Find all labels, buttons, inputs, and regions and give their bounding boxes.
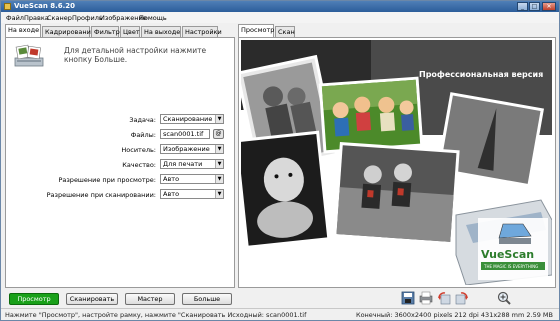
files-input[interactable]: scan0001.tif (160, 129, 210, 139)
task-select[interactable]: Сканирование в ф ▼ (160, 114, 224, 124)
preview-res-value: Авто (163, 175, 180, 183)
menu-file[interactable]: Файл (6, 14, 24, 22)
tab-color[interactable]: Цвет (120, 26, 140, 37)
settings-panel: На входе Кадрирование Фильтр Цвет На вых… (5, 24, 235, 288)
status-output-info: Конечный: 3600x2400 pixels 212 dpi 431x2… (355, 311, 553, 319)
vuescan-logo: VueScan THE MAGIC IS EVERYTHING (478, 218, 548, 280)
file-options-button[interactable]: @ (213, 129, 224, 139)
media-select[interactable]: Изображение ▼ (160, 144, 224, 154)
preview-res-select[interactable]: Авто ▼ (160, 174, 224, 184)
tab-preview[interactable]: Просмотр (238, 24, 274, 37)
rotate-right-icon[interactable] (455, 291, 469, 305)
quality-select[interactable]: Для печати ▼ (160, 159, 224, 169)
status-message: Нажмите "Просмотр", настройте рамку, наж… (5, 311, 307, 319)
preview-collage: Профессиональная версия VueScan THE MAGI… (241, 40, 552, 285)
chevron-down-icon: ▼ (215, 160, 223, 168)
scan-res-label: Разрешение при сканировании: (46, 191, 156, 199)
maximize-button[interactable]: □ (529, 2, 540, 11)
save-icon[interactable] (401, 291, 415, 305)
chevron-down-icon: ▼ (215, 115, 223, 123)
media-label: Носитель: (121, 146, 156, 154)
tab-filter[interactable]: Фильтр (91, 26, 120, 37)
wizard-button[interactable]: Мастер (125, 293, 175, 305)
preview-image[interactable]: Профессиональная версия VueScan THE MAGI… (241, 40, 552, 285)
app-window: VueScan 8.6.20 _ □ ✕ Файл Правка Сканер … (0, 0, 560, 321)
window-title: VueScan 8.6.20 (14, 2, 76, 10)
scan-res-select[interactable]: Авто ▼ (160, 189, 224, 199)
hint-text: Для детальной настройки нажмите кнопку Б… (64, 46, 207, 64)
zoom-in-icon[interactable] (497, 291, 511, 305)
logo-tagline: THE MAGIC IS EVERYTHING (483, 264, 538, 269)
more-button[interactable]: Больше (182, 293, 232, 305)
chevron-down-icon: ▼ (215, 145, 223, 153)
tab-input[interactable]: На входе (5, 24, 41, 37)
menu-help[interactable]: Помощь (139, 14, 167, 22)
tab-crop[interactable]: Кадрирование (42, 26, 95, 37)
preview-button[interactable]: Просмотр (9, 293, 59, 305)
preview-res-label: Разрешение при просмотре: (58, 176, 156, 184)
preview-body: Профессиональная версия VueScan THE MAGI… (238, 37, 556, 288)
menu-profile[interactable]: Профиль (72, 14, 103, 22)
preview-panel: Просмотр Скан Профессиональная версия Vu… (238, 24, 556, 288)
scanner-icon (14, 44, 44, 67)
app-icon (4, 3, 11, 10)
tab-scan[interactable]: Скан (275, 26, 295, 37)
menu-scanner[interactable]: Сканер (47, 14, 72, 22)
settings-body: Для детальной настройки нажмите кнопку Б… (5, 37, 235, 288)
banner-text: Профессиональная версия (419, 70, 543, 79)
menu-bar: Файл Правка Сканер Профиль Изображение П… (1, 12, 559, 23)
scan-res-value: Авто (163, 190, 180, 198)
minimize-button[interactable]: _ (517, 2, 528, 11)
close-button[interactable]: ✕ (542, 2, 556, 11)
tab-output[interactable]: На выходе (141, 26, 181, 37)
menu-edit[interactable]: Правка (24, 14, 49, 22)
quality-label: Качество: (122, 161, 156, 169)
logo-text: VueScan (481, 248, 534, 261)
chevron-down-icon: ▼ (215, 175, 223, 183)
status-bar: Нажмите "Просмотр", настройте рамку, наж… (1, 308, 559, 320)
chevron-down-icon: ▼ (215, 190, 223, 198)
scan-button[interactable]: Сканировать (66, 293, 118, 305)
title-bar[interactable]: VueScan 8.6.20 _ □ ✕ (1, 1, 559, 12)
tab-prefs[interactable]: Настройки (182, 26, 222, 37)
print-icon[interactable] (419, 291, 433, 305)
rotate-left-icon[interactable] (437, 291, 451, 305)
quality-value: Для печати (163, 160, 203, 168)
files-label: Файлы: (130, 131, 156, 139)
task-label: Задача: (129, 116, 156, 124)
media-value: Изображение (163, 145, 210, 153)
